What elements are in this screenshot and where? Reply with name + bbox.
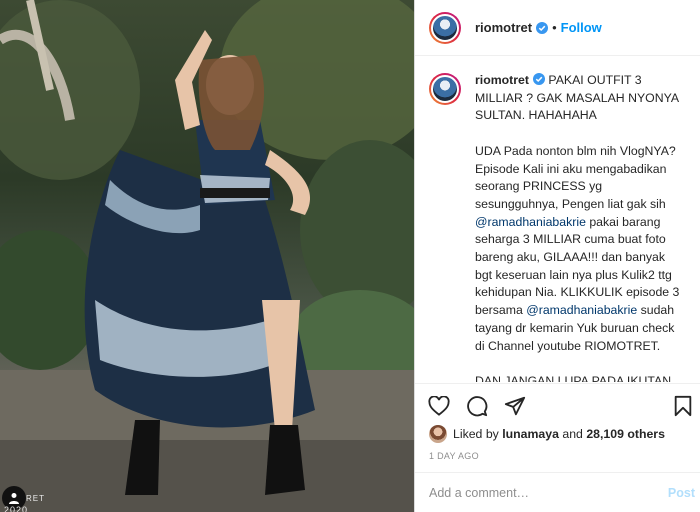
avatar[interactable]: [429, 11, 461, 44]
photo-watermark-year: 2020: [4, 505, 29, 512]
verified-badge-icon: [536, 21, 549, 34]
separator-dot: •: [552, 20, 557, 35]
comment-box: Post: [415, 472, 700, 512]
post-comment-button[interactable]: Post: [668, 486, 695, 500]
post-photo[interactable]: RET 2020: [0, 0, 414, 512]
mention-link[interactable]: @ramadhaniabakrie: [475, 215, 586, 229]
follow-button[interactable]: Follow: [561, 20, 602, 35]
photo-illustration: [0, 0, 414, 512]
bookmark-icon: [674, 395, 692, 416]
comment-button[interactable]: [465, 394, 489, 418]
caption-body: PAKAI OUTFIT 3 MILLIAR ? GAK MASALAH NYO…: [475, 73, 679, 211]
photo-watermark: RET: [26, 494, 45, 503]
share-icon: [504, 396, 526, 415]
comment-input[interactable]: [429, 485, 668, 500]
likes-prefix: Liked by: [453, 427, 503, 441]
share-button[interactable]: [503, 394, 527, 418]
caption-avatar[interactable]: [429, 73, 461, 105]
likes-summary: Liked by lunamaya and 28,109 others: [429, 425, 665, 443]
mention-link[interactable]: @ramadhaniabakrie: [526, 303, 637, 317]
caption-body-2: pakai barang seharga 3 MILLIAR cuma buat…: [475, 214, 683, 318]
likes-text: Liked by lunamaya and 28,109 others: [453, 427, 665, 441]
caption-block: riomotret PAKAI OUTFIT 3 MILLIAR ? GAK M…: [415, 57, 700, 382]
user-icon: [9, 493, 19, 504]
post-details-panel: riomotret • Follow riomotret PAKAI OUTFI…: [414, 0, 700, 512]
comment-icon: [467, 395, 488, 416]
verified-badge-icon: [532, 73, 545, 85]
post-timestamp[interactable]: 1 DAY AGO: [429, 451, 479, 461]
username-link[interactable]: riomotret: [475, 20, 532, 35]
save-button[interactable]: [671, 394, 695, 418]
like-button[interactable]: [427, 394, 451, 418]
liker-username[interactable]: lunamaya: [502, 427, 559, 441]
likes-and: and: [558, 427, 587, 441]
heart-icon: [428, 395, 450, 416]
action-bar: [415, 383, 700, 427]
caption-username[interactable]: riomotret: [475, 73, 529, 87]
likes-count-link[interactable]: 28,109 others: [586, 427, 665, 441]
post-header: riomotret • Follow: [415, 0, 700, 56]
caption-text: riomotret PAKAI OUTFIT 3 MILLIAR ? GAK M…: [475, 72, 685, 382]
liker-avatar[interactable]: [429, 425, 447, 443]
